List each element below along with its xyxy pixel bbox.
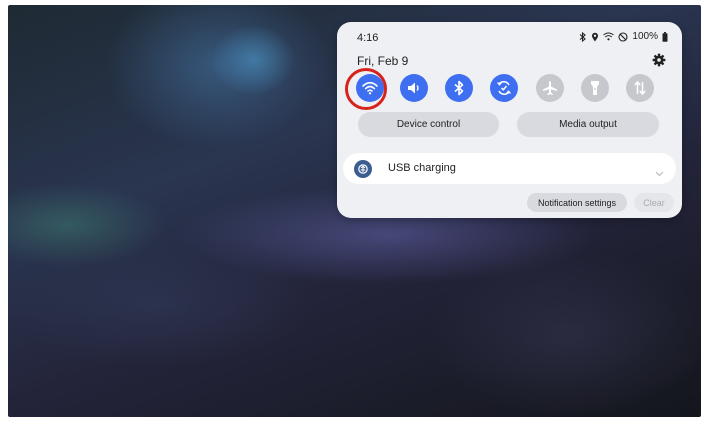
auto-rotate-icon	[496, 80, 512, 96]
notification-settings-label: Notification settings	[537, 197, 617, 208]
quick-toggles-row	[356, 74, 676, 104]
media-output-label: Media output	[559, 119, 617, 130]
sound-toggle[interactable]	[400, 74, 428, 102]
do-not-disturb-status-icon	[618, 31, 628, 42]
battery-icon	[662, 31, 668, 42]
bluetooth-icon	[453, 80, 465, 96]
bluetooth-status-icon	[579, 31, 587, 42]
bluetooth-toggle[interactable]	[445, 74, 473, 102]
status-icons: 100%	[579, 31, 668, 42]
media-output-button[interactable]: Media output	[517, 112, 659, 137]
airplane-icon	[542, 80, 558, 96]
date-label: Fri, Feb 9	[357, 54, 409, 68]
chevron-down-icon[interactable]	[655, 164, 664, 182]
wifi-icon	[362, 81, 378, 95]
quick-panel: 4:16 100% Fri, Feb 9 Device control Medi…	[337, 22, 682, 218]
clear-button[interactable]: Clear	[634, 193, 674, 212]
location-status-icon	[591, 32, 599, 42]
wifi-calling-status-icon	[603, 32, 615, 41]
auto-rotate-toggle[interactable]	[490, 74, 518, 102]
notification-settings-button[interactable]: Notification settings	[527, 193, 627, 212]
flashlight-toggle[interactable]	[581, 74, 609, 102]
wifi-toggle[interactable]	[356, 74, 384, 102]
airplane-mode-toggle[interactable]	[536, 74, 564, 102]
device-control-label: Device control	[396, 119, 461, 130]
usb-charging-notification[interactable]: USB charging	[343, 153, 676, 184]
sound-icon	[406, 81, 422, 95]
device-control-button[interactable]: Device control	[358, 112, 499, 137]
mobile-data-icon	[633, 80, 647, 96]
notification-title: USB charging	[388, 162, 456, 174]
battery-percent: 100%	[632, 31, 658, 42]
status-time: 4:16	[357, 32, 379, 44]
flashlight-icon	[588, 80, 602, 96]
mobile-data-toggle[interactable]	[626, 74, 654, 102]
clear-label: Clear	[643, 197, 665, 208]
settings-gear-icon[interactable]	[652, 53, 666, 67]
usb-icon	[354, 160, 372, 178]
